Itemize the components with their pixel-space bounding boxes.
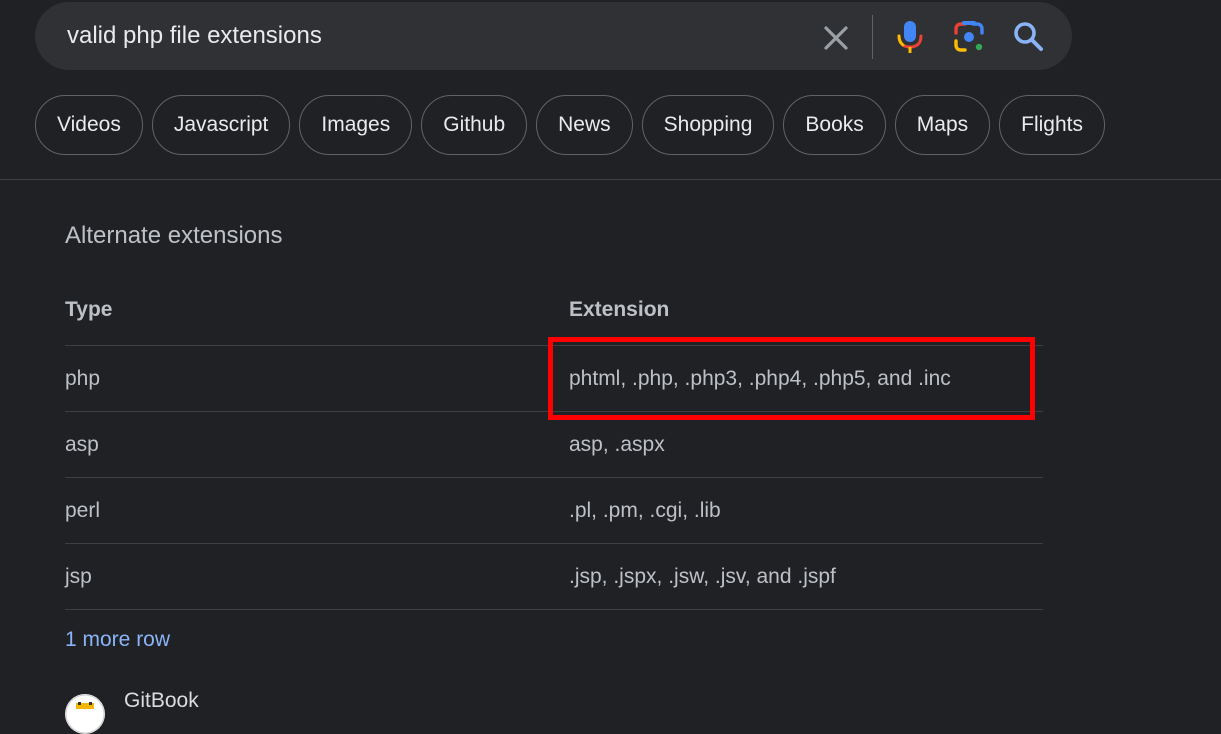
column-header-extension: Extension [569,298,670,321]
extensions-table: Type Extension php phtml, .php, .php3, .… [65,280,1043,610]
search-input[interactable]: valid php file extensions [67,2,322,70]
microphone-icon[interactable] [892,18,928,56]
table-cell-extension: phtml, .php, .php3, .php4, .php5, and .i… [569,367,951,390]
search-divider [872,15,873,59]
table-row: php phtml, .php, .php3, .php4, .php5, an… [65,346,1043,412]
header-divider [0,179,1221,180]
chip-shopping[interactable]: Shopping [641,95,775,155]
close-icon[interactable] [818,20,854,56]
search-icon[interactable] [1010,18,1048,56]
chip-javascript[interactable]: Javascript [151,95,291,155]
filter-chips: Videos Javascript Images Github News Sho… [35,95,1105,155]
search-bar[interactable]: valid php file extensions [35,2,1072,70]
table-row: jsp .jsp, .jspx, .jsw, .jsv, and .jspf [65,544,1043,610]
chip-news[interactable]: News [536,95,633,155]
table-header-row: Type Extension [65,280,1043,346]
section-title: Alternate extensions [65,222,283,249]
table-cell-extension: .pl, .pm, .cgi, .lib [569,499,721,522]
table-cell-type: php [65,367,101,390]
table-cell-extension: .jsp, .jspx, .jsw, .jsv, and .jspf [569,565,836,588]
table-cell-type: asp [65,433,99,456]
source-name[interactable]: GitBook [124,689,199,713]
google-lens-icon[interactable] [950,18,988,56]
chip-images[interactable]: Images [299,95,413,155]
chip-flights[interactable]: Flights [999,95,1105,155]
gitbook-logo-icon [65,694,105,734]
chip-maps[interactable]: Maps [894,95,991,155]
chip-books[interactable]: Books [783,95,886,155]
table-row: perl .pl, .pm, .cgi, .lib [65,478,1043,544]
more-rows-link[interactable]: 1 more row [65,628,170,652]
table-row: asp asp, .aspx [65,412,1043,478]
table-cell-extension: asp, .aspx [569,433,665,456]
table-cell-type: perl [65,499,101,522]
chip-videos[interactable]: Videos [35,95,143,155]
table-cell-type: jsp [65,565,92,588]
column-header-type: Type [65,298,113,321]
chip-github[interactable]: Github [421,95,528,155]
gitbook-avatar-icon[interactable] [65,694,105,734]
